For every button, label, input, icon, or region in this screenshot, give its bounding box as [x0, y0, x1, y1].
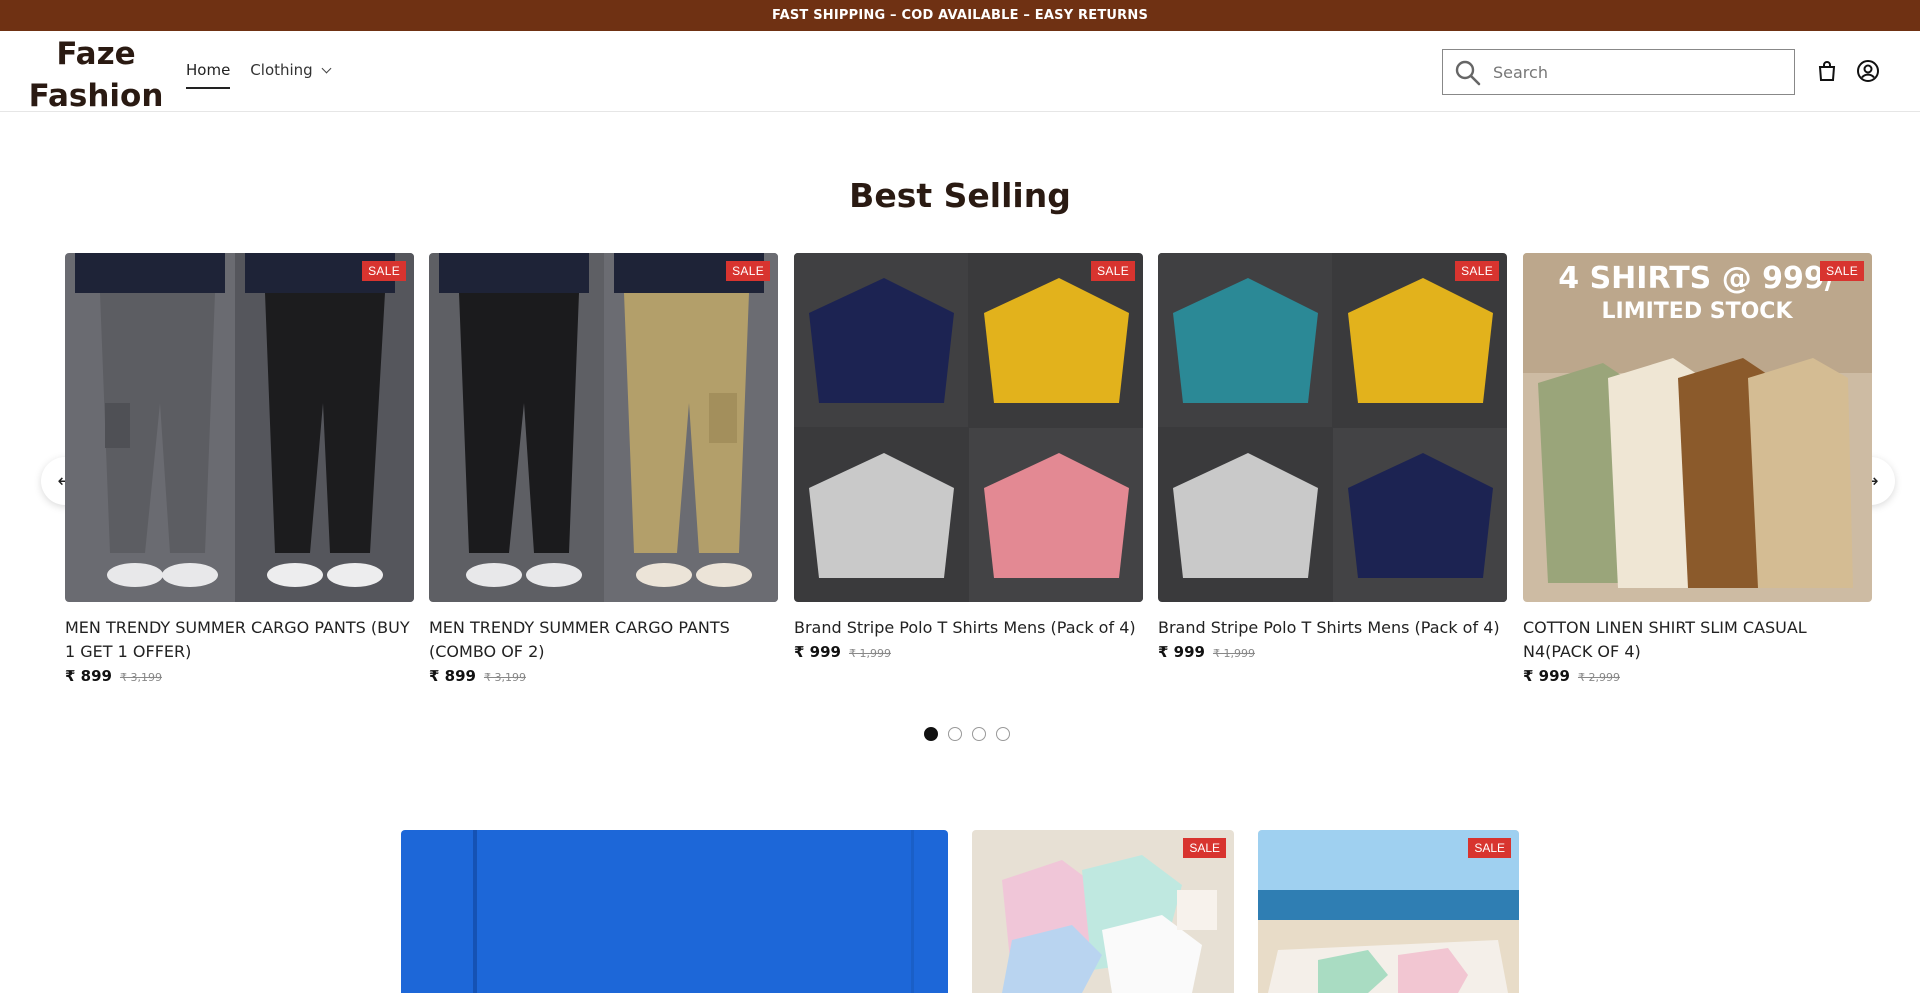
- product-title[interactable]: COTTON LINEN SHIRT SLIM CASUAL N4(PACK O…: [1523, 616, 1872, 664]
- product-prices: ₹ 999 ₹ 2,999: [1523, 667, 1872, 685]
- product-compare-price: ₹ 1,999: [848, 647, 891, 660]
- product-title[interactable]: MEN TRENDY SUMMER CARGO PANTS (BUY 1 GET…: [65, 616, 414, 664]
- sale-badge: SALE: [726, 261, 770, 281]
- product-photo-cargo-black-khaki: [429, 253, 778, 602]
- product-price: ₹ 999: [794, 643, 841, 661]
- search-box[interactable]: [1442, 49, 1795, 95]
- product-compare-price: ₹ 3,199: [483, 671, 526, 684]
- product-prices: ₹ 999 ₹ 1,999: [794, 643, 1143, 661]
- search-input[interactable]: [1493, 50, 1783, 94]
- main-nav: Home Clothing: [186, 61, 332, 89]
- site-header: Faze Fashion Home Clothing: [0, 31, 1920, 114]
- product-card[interactable]: 4 SHIRTS @ 999/ LIMITED STOCK SALE COTTO…: [1523, 253, 1872, 685]
- product-photo-linen-shirts: 4 SHIRTS @ 999/ LIMITED STOCK: [1523, 253, 1872, 602]
- product-price: ₹ 999: [1523, 667, 1570, 685]
- shopping-bag-icon[interactable]: [1815, 59, 1839, 83]
- carousel-pagination: [924, 727, 1010, 741]
- product-price: ₹ 999: [1158, 643, 1205, 661]
- product-title[interactable]: MEN TRENDY SUMMER CARGO PANTS (COMBO OF …: [429, 616, 778, 664]
- product-compare-price: ₹ 2,999: [1577, 671, 1620, 684]
- product-image[interactable]: SALE: [794, 253, 1143, 602]
- product-compare-price: ₹ 1,999: [1212, 647, 1255, 660]
- product-image[interactable]: SALE: [1158, 253, 1507, 602]
- nav-home-label: Home: [186, 61, 231, 79]
- store-logo[interactable]: Faze Fashion: [26, 33, 166, 117]
- product-price: ₹ 899: [65, 667, 112, 685]
- product-photo-polo-pack-a: [794, 253, 1143, 602]
- sale-badge: SALE: [362, 261, 406, 281]
- nav-clothing-label: Clothing: [250, 61, 313, 79]
- promo-banner-blue[interactable]: [401, 830, 948, 993]
- product-card[interactable]: SALE MEN TRENDY SUMMER CARGO PANTS (BUY …: [65, 253, 414, 685]
- account-icon[interactable]: [1856, 59, 1880, 83]
- promo-banner-image: [401, 830, 948, 993]
- pagination-dot-3[interactable]: [972, 727, 986, 741]
- product-image[interactable]: SALE: [429, 253, 778, 602]
- pagination-dot-1[interactable]: [924, 727, 938, 741]
- announcement-bar: FAST SHIPPING – COD AVAILABLE – EASY RET…: [0, 0, 1920, 31]
- product-price: ₹ 899: [429, 667, 476, 685]
- product-title[interactable]: Brand Stripe Polo T Shirts Mens (Pack of…: [794, 616, 1143, 640]
- promo-tile-beach[interactable]: SALE: [1258, 830, 1519, 993]
- nav-clothing[interactable]: Clothing: [250, 61, 332, 89]
- search-icon: [1455, 60, 1481, 86]
- section-title: Best Selling: [849, 176, 1071, 215]
- pagination-dot-2[interactable]: [948, 727, 962, 741]
- sale-badge: SALE: [1455, 261, 1499, 281]
- product-compare-price: ₹ 3,199: [119, 671, 162, 684]
- product-title[interactable]: Brand Stripe Polo T Shirts Mens (Pack of…: [1158, 616, 1507, 640]
- product-card[interactable]: SALE Brand Stripe Polo T Shirts Mens (Pa…: [794, 253, 1143, 661]
- logo-line2: Fashion: [28, 78, 164, 114]
- product-prices: ₹ 999 ₹ 1,999: [1158, 643, 1507, 661]
- sale-badge: SALE: [1468, 838, 1511, 858]
- announcement-text: FAST SHIPPING – COD AVAILABLE – EASY RET…: [771, 8, 1149, 23]
- product-prices: ₹ 899 ₹ 3,199: [65, 667, 414, 685]
- sale-badge: SALE: [1091, 261, 1135, 281]
- product-card[interactable]: SALE Brand Stripe Polo T Shirts Mens (Pa…: [1158, 253, 1507, 661]
- logo-line1: Faze: [56, 36, 136, 72]
- chevron-down-icon: [321, 63, 332, 73]
- product-photo-polo-pack-b: [1158, 253, 1507, 602]
- pagination-dot-4[interactable]: [996, 727, 1010, 741]
- product-image[interactable]: 4 SHIRTS @ 999/ LIMITED STOCK SALE: [1523, 253, 1872, 602]
- product-card[interactable]: SALE MEN TRENDY SUMMER CARGO PANTS (COMB…: [429, 253, 778, 685]
- nav-home[interactable]: Home: [186, 61, 231, 89]
- product-prices: ₹ 899 ₹ 3,199: [429, 667, 778, 685]
- promo-tile-shirts[interactable]: SALE: [972, 830, 1234, 993]
- promo-image-text-2: LIMITED STOCK: [1602, 299, 1794, 324]
- product-photo-cargo-gray-black: [65, 253, 414, 602]
- sale-badge: SALE: [1820, 261, 1864, 281]
- promo-image-text-1: 4 SHIRTS @ 999/: [1558, 261, 1836, 296]
- product-image[interactable]: SALE: [65, 253, 414, 602]
- sale-badge: SALE: [1183, 838, 1226, 858]
